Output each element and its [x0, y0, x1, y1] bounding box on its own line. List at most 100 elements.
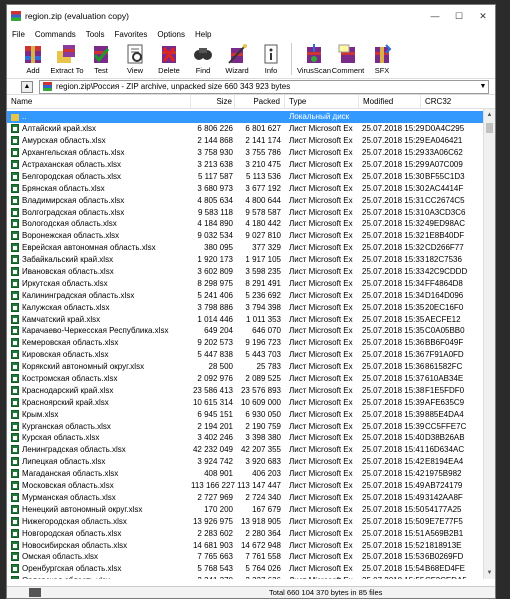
menu-tools[interactable]: Tools	[86, 30, 105, 39]
list-item[interactable]: Кемеровская область.xlsx 9 202 573 9 196 7…	[7, 337, 483, 349]
sfx-button[interactable]: SFX	[364, 43, 400, 75]
file-type: Лист Microsoft Ex	[289, 385, 353, 395]
excel-file-icon	[11, 421, 19, 431]
find-button[interactable]: Find	[185, 43, 221, 75]
file-type: Лист Microsoft Ex	[289, 540, 353, 550]
comment-button[interactable]: Comment	[330, 43, 366, 75]
updir-row[interactable]: .. Локальный диск	[7, 111, 483, 123]
file-crc32: 3142AA8F	[425, 492, 463, 502]
wizard-button[interactable]: Wizard	[219, 43, 255, 75]
list-item[interactable]: Еврейская автономная область.xlsx 380 095…	[7, 242, 483, 254]
list-item[interactable]: Вологодская область.xlsx 4 184 890 4 180 4…	[7, 218, 483, 230]
column-type[interactable]: Type	[285, 95, 359, 109]
list-item[interactable]: Ненецкий автономный округ.xlsx 170 200 167…	[7, 503, 483, 515]
maximize-button[interactable]: ☐	[447, 11, 471, 22]
list-item[interactable]: Калужская область.xlsx 3 798 886 3 794 398…	[7, 301, 483, 313]
chevron-down-icon[interactable]: ▼	[478, 83, 488, 90]
file-type: Лист Microsoft Ex	[289, 278, 353, 288]
list-item[interactable]: Красноярский край.xlsx 10 615 314 10 609 0…	[7, 396, 483, 408]
file-modified: 25.07.2018 15:50	[362, 504, 425, 514]
menu-options[interactable]: Options	[157, 30, 185, 39]
minimize-button[interactable]: —	[423, 11, 447, 22]
list-item[interactable]: Магаданская область.xlsx 408 901 406 203 Ли…	[7, 468, 483, 480]
list-item[interactable]: Кировская область.xlsx 5 447 838 5 443 703…	[7, 349, 483, 361]
file-packed: 4 800 644	[245, 195, 281, 205]
list-item[interactable]: Калининградская область.xlsx 5 241 406 5 2…	[7, 289, 483, 301]
excel-file-icon	[11, 552, 19, 562]
list-item[interactable]: Ленинградская область.xlsx 42 232 049 42 2…	[7, 444, 483, 456]
close-button[interactable]: ✕	[471, 11, 495, 22]
file-crc32: 42C9CDDD	[425, 267, 468, 277]
file-crc32: 49ED98AC	[425, 219, 466, 229]
menu-favorites[interactable]: Favorites	[114, 30, 147, 39]
list-item[interactable]: Курская область.xlsx 3 402 246 3 398 380 Ли…	[7, 432, 483, 444]
file-name: Корякский автономный округ.xlsx	[22, 362, 145, 372]
winrar-window: region.zip (evaluation copy) — ☐ ✕ File …	[6, 4, 496, 599]
view-label: View	[126, 66, 144, 75]
file-packed: 6 930 050	[245, 409, 281, 419]
list-item[interactable]: Костромская область.xlsx 2 092 976 2 089 5…	[7, 373, 483, 385]
list-item[interactable]: Амурская область.xlsx 2 144 868 2 141 174 Л…	[7, 135, 483, 147]
list-item[interactable]: Ивановская область.xlsx 3 602 809 3 598 23…	[7, 266, 483, 278]
file-modified: 25.07.2018 15:36	[362, 350, 425, 360]
list-item[interactable]: Камчатский край.xlsx 1 014 446 1 011 353 Ли…	[7, 313, 483, 325]
column-packed[interactable]: Packed	[235, 95, 285, 109]
list-item[interactable]: Волгоградская область.xlsx 9 583 118 9 578…	[7, 206, 483, 218]
list-item[interactable]: Воронежская область.xlsx 9 032 534 9 027 8…	[7, 230, 483, 242]
path-field[interactable]: region.zip\Россия - ZIP archive, unpacke…	[39, 79, 489, 94]
column-modified[interactable]: Modified	[359, 95, 421, 109]
file-type: Лист Microsoft Ex	[289, 528, 353, 538]
list-item[interactable]: Курганская область.xlsx 2 194 201 2 190 75…	[7, 420, 483, 432]
list-item[interactable]: Краснодарский край.xlsx 23 586 413 23 576 …	[7, 384, 483, 396]
list-item[interactable]: Новгородская область.xlsx 2 283 602 2 280 …	[7, 527, 483, 539]
list-item[interactable]: Карачаево-Черкесская Республика.xlsx 649 …	[7, 325, 483, 337]
list-item[interactable]: Нижегородская область.xlsx 13 926 975 13 9…	[7, 515, 483, 527]
menu-file[interactable]: File	[12, 30, 25, 39]
test-button[interactable]: Test	[83, 43, 119, 75]
column-size[interactable]: Size	[191, 95, 235, 109]
list-item[interactable]: Иркутская область.xlsx 8 298 975 8 291 491…	[7, 277, 483, 289]
list-item[interactable]: Новосибирская область.xlsx 14 681 903 14 6…	[7, 539, 483, 551]
info-button[interactable]: Info	[253, 43, 289, 75]
list-item[interactable]: Мурманская область.xlsx 2 727 969 2 724 34…	[7, 492, 483, 504]
file-type: Лист Microsoft Ex	[289, 552, 353, 562]
list-item[interactable]: Омская область.xlsx 7 765 663 7 761 558 Лис…	[7, 551, 483, 563]
vertical-scrollbar[interactable]: ▲ ▼	[483, 109, 495, 579]
scroll-down-icon[interactable]: ▼	[484, 567, 495, 579]
list-item[interactable]: Корякский автономный округ.xlsx 28 500 25 …	[7, 361, 483, 373]
file-modified: 25.07.2018 15:29	[362, 136, 425, 146]
list-item[interactable]: Забайкальский край.xlsx 1 920 173 1 917 10…	[7, 254, 483, 266]
menu-commands[interactable]: Commands	[35, 30, 76, 39]
file-name: Владимирская область.xlsx	[22, 195, 125, 205]
file-name: Магаданская область.xlsx	[22, 469, 119, 479]
list-item[interactable]: Крым.xlsx 6 945 151 6 930 050 Лист Microsof…	[7, 408, 483, 420]
list-item[interactable]: Брянская область.xlsx 3 680 973 3 677 192 Л…	[7, 182, 483, 194]
virusscan-button[interactable]: VirusScan	[296, 43, 332, 75]
file-name: Волгоградская область.xlsx	[22, 207, 125, 217]
list-item[interactable]: Орловская область.xlsx 2 341 3702 337 636…	[7, 575, 483, 579]
extract-to-button[interactable]: Extract To	[49, 43, 85, 75]
column-name[interactable]: Name	[7, 95, 191, 109]
column-crc32[interactable]: CRC32	[421, 95, 481, 109]
scroll-up-icon[interactable]: ▲	[484, 109, 495, 121]
list-item[interactable]: Астраханская область.xlsx 3 213 638 3 210 …	[7, 159, 483, 171]
menu-help[interactable]: Help	[195, 30, 211, 39]
file-name: Московская область.xlsx	[22, 481, 114, 491]
list-item[interactable]: Белгородская область.xlsx 5 117 587 5 113 …	[7, 170, 483, 182]
excel-file-icon	[11, 314, 19, 324]
list-item[interactable]: Липецкая область.xlsx 3 924 742 3 920 683 Л…	[7, 456, 483, 468]
add-button[interactable]: Add	[15, 43, 51, 75]
list-item[interactable]: Оренбургская область.xlsx 5 768 543 5 764 …	[7, 563, 483, 575]
file-type: Лист Microsoft Ex	[289, 564, 353, 574]
scroll-thumb[interactable]	[486, 123, 493, 133]
list-item[interactable]: Московская область.xlsx 113 166 227 113 14…	[7, 480, 483, 492]
list-item[interactable]: Архангельская область.xlsx 3 758 930 3 755…	[7, 147, 483, 159]
file-packed: 9 578 587	[245, 207, 281, 217]
up-folder-button[interactable]: ▲	[21, 80, 33, 93]
delete-button[interactable]: Delete	[151, 43, 187, 75]
list-item[interactable]: Алтайский край.xlsx 6 806 226 6 801 627 Лис…	[7, 123, 483, 135]
view-button[interactable]: View	[117, 43, 153, 75]
toolbar: Add Extract To Test View Delete Find Wiz…	[7, 41, 495, 79]
list-item[interactable]: Владимирская область.xlsx 4 805 634 4 800 …	[7, 194, 483, 206]
file-size: 4 805 634	[197, 195, 233, 205]
